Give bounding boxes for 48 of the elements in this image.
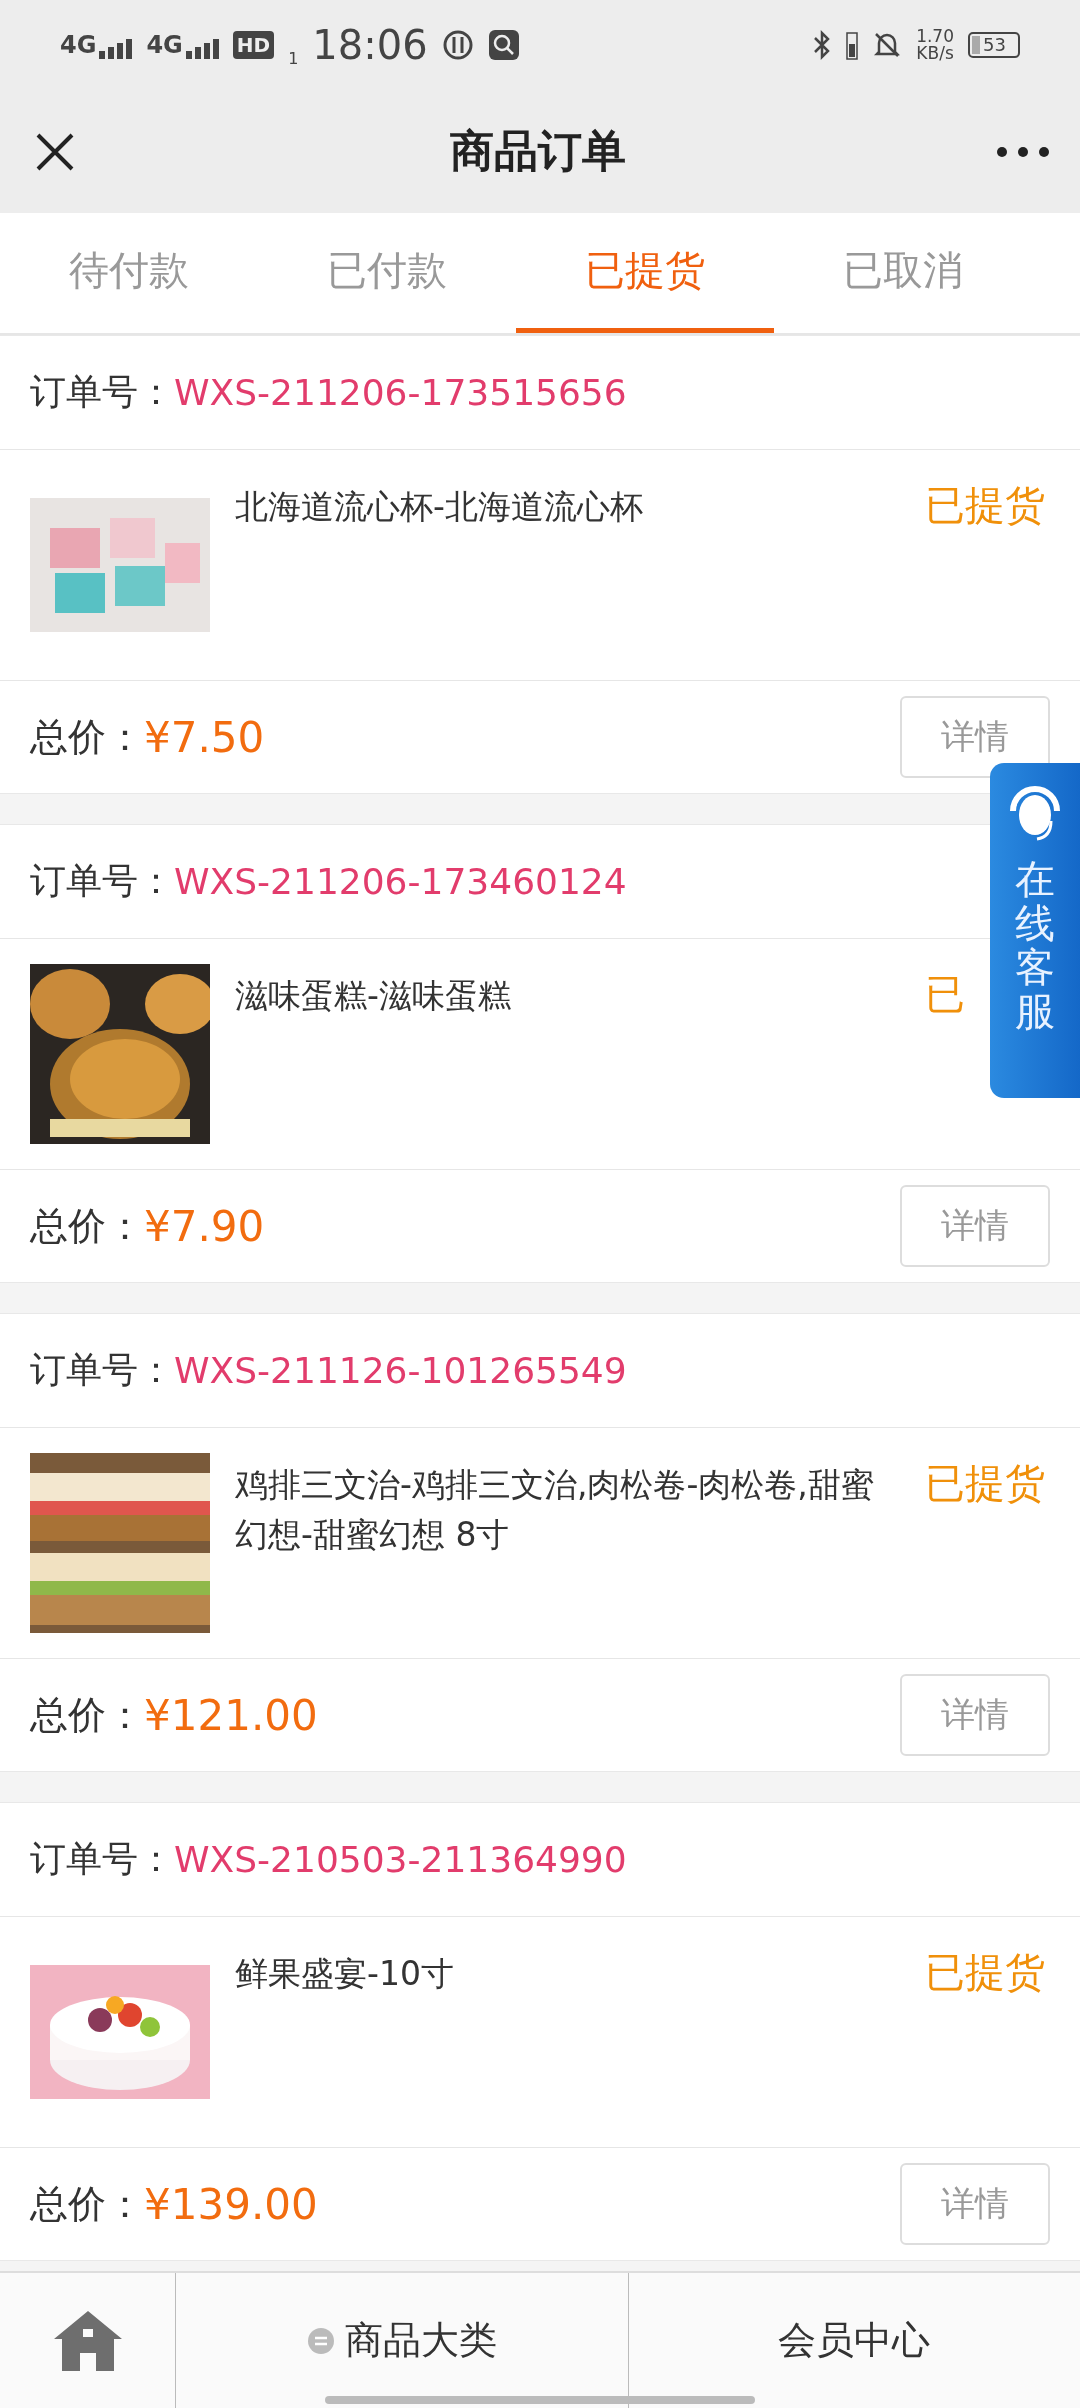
total-label: 总价：	[30, 2180, 144, 2228]
detail-button[interactable]: 详情	[900, 2163, 1050, 2245]
order-status: 已提货	[925, 1460, 1045, 1506]
product-name: 鲜果盛宴-10寸	[235, 1953, 455, 1995]
battery-icon	[846, 30, 859, 60]
product-name: 鸡排三文治-鸡排三文治,肉松卷-肉松卷,甜蜜幻想-甜蜜幻想 8寸	[235, 1464, 875, 1556]
total-label: 总价：	[30, 713, 144, 761]
clock: 18:06	[312, 22, 428, 68]
tab[interactable]: 已取消	[774, 213, 1032, 333]
order-number: WXS-211206-173460124	[174, 861, 627, 902]
product-name: 北海道流心杯-北海道流心杯	[235, 486, 644, 528]
speed-unit: KB/s	[916, 45, 954, 62]
order-status: 已提货	[925, 482, 1045, 528]
order-number: WXS-211206-173515656	[174, 372, 627, 413]
signal-icon	[185, 39, 219, 59]
menu-icon	[306, 2326, 335, 2355]
total-price: ¥7.50	[144, 712, 265, 762]
order-number-label: 订单号：	[30, 859, 174, 903]
order-number-label: 订单号：	[30, 1837, 174, 1881]
network-label: 4G	[146, 31, 183, 59]
hd-badge: HD	[232, 31, 275, 59]
total-label: 总价：	[30, 1691, 144, 1739]
battery-level: 53	[983, 36, 1006, 54]
page-title: 商品订单	[449, 124, 627, 178]
sim-label: 1	[288, 49, 299, 68]
detail-button[interactable]: 详情	[900, 1185, 1050, 1267]
service-button[interactable]: 在线客服	[990, 763, 1080, 1098]
order-status: 已	[925, 971, 965, 1017]
order-number: WXS-211126-101265549	[174, 1350, 627, 1391]
order-number: WXS-210503-211364990	[174, 1839, 627, 1880]
total-price: ¥7.90	[144, 1201, 265, 1251]
detail-button[interactable]: 详情	[900, 696, 1050, 778]
speed-value: 1.70	[916, 28, 954, 45]
tab[interactable]: 已付款	[258, 213, 516, 333]
search-icon	[487, 29, 520, 61]
battery-fill	[972, 36, 980, 54]
network-label: 4G	[60, 31, 97, 59]
product-name: 滋味蛋糕-滋味蛋糕	[235, 975, 512, 1017]
total-price: ¥121.00	[144, 1690, 318, 1740]
signal-icon	[99, 39, 133, 59]
order-number-label: 订单号：	[30, 370, 174, 414]
total-price: ¥139.00	[144, 2179, 318, 2229]
total-label: 总价：	[30, 1202, 144, 1250]
order-number-label: 订单号：	[30, 1348, 174, 1392]
detail-button[interactable]: 详情	[900, 1674, 1050, 1756]
more-icon[interactable]	[996, 145, 1050, 158]
tab[interactable]: 待付款	[0, 213, 258, 333]
order-status: 已提货	[925, 1949, 1045, 1995]
